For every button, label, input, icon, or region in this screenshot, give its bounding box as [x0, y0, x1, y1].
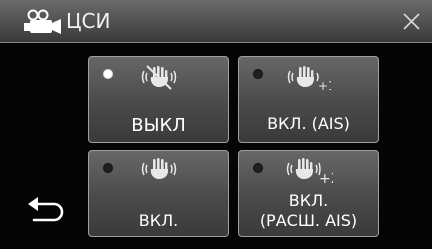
option-on-button[interactable]: ВКЛ.	[88, 150, 229, 237]
stabilizer-ais-icon: +1	[287, 66, 331, 93]
option-label: ВКЛ. (AIS)	[267, 114, 350, 133]
option-label-line2: (РАСШ. AIS)	[259, 211, 358, 230]
option-on-ais-button[interactable]: +1 ВКЛ. (AIS)	[238, 56, 379, 143]
close-icon	[403, 13, 420, 30]
stabilizer-off-icon	[141, 65, 177, 90]
icon-suffix: +1	[318, 79, 331, 93]
back-button[interactable]	[22, 192, 70, 232]
back-arrow-icon	[28, 197, 64, 222]
stabilizer-on-icon	[141, 158, 177, 179]
selected-indicator	[103, 69, 113, 79]
unselected-indicator	[253, 163, 263, 173]
option-off-button[interactable]: ВЫКЛ	[88, 56, 229, 143]
option-label: ВКЛ.	[138, 211, 179, 230]
video-camera-icon	[24, 9, 61, 34]
stabilizer-extended-ais-icon: +2	[286, 158, 333, 185]
header-bar: ЦСИ	[0, 0, 432, 43]
icon-suffix: +2	[319, 171, 333, 185]
option-label-line1: ВКЛ.	[288, 191, 329, 210]
option-on-extended-ais-button[interactable]: +2 ВКЛ. (РАСШ. AIS)	[238, 150, 379, 237]
close-button[interactable]	[396, 6, 426, 36]
page-title: ЦСИ	[66, 9, 111, 33]
option-label: ВЫКЛ	[131, 115, 186, 136]
unselected-indicator	[253, 69, 263, 79]
unselected-indicator	[103, 163, 113, 173]
